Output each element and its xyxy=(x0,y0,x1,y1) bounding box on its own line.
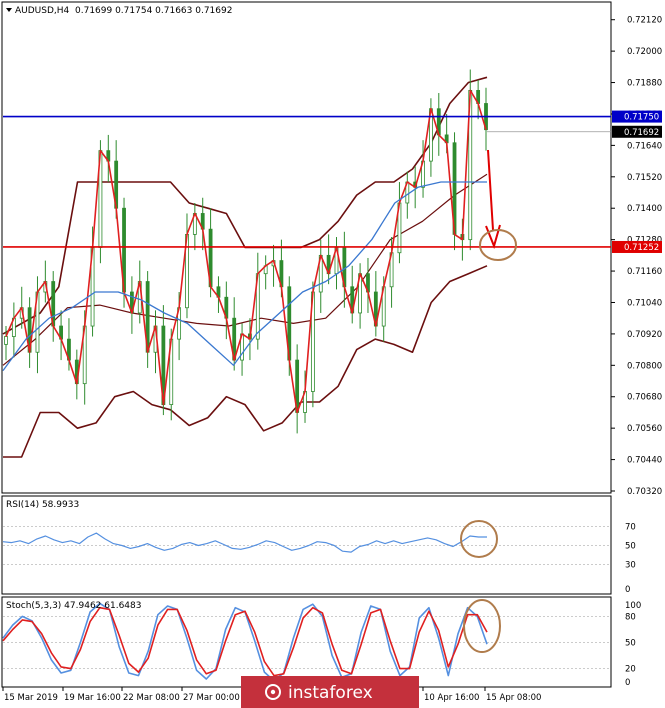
price-tick-label: 0.71880 xyxy=(627,79,662,89)
price-tick-label: 0.70800 xyxy=(627,361,662,371)
price-tick-label: 0.70440 xyxy=(627,456,662,466)
rsi-label: RSI(14) 58.9933 xyxy=(6,500,79,510)
symbol-label: AUDUSD,H4 xyxy=(15,6,70,16)
current-price-label: 0.71692 xyxy=(624,128,659,138)
candle-body xyxy=(4,336,8,345)
resistance-price-label: 0.71750 xyxy=(624,113,659,123)
time-tick-label: 19 Mar 16:00 xyxy=(64,693,121,703)
time-tick-label: 15 Apr 08:00 xyxy=(486,693,541,703)
stoch-tick-label: 100 xyxy=(625,601,641,611)
rsi-tick-label: 30 xyxy=(625,561,636,571)
time-tick-label: 22 Mar 08:00 xyxy=(123,693,180,703)
stoch-tick-label: 20 xyxy=(625,665,636,675)
rsi-panel-frame xyxy=(1,495,612,595)
price-tick-label: 0.70680 xyxy=(627,393,662,403)
price-tick-label: 0.71520 xyxy=(627,173,662,183)
stoch-tick-label: 0 xyxy=(625,678,630,688)
price-tick-label: 0.71640 xyxy=(627,141,662,151)
price-tick-label: 0.72000 xyxy=(627,47,662,57)
time-tick-label: 10 Apr 16:00 xyxy=(424,693,479,703)
stoch-label: Stoch(5,3,3) 47.9462 61.6483 xyxy=(6,601,141,611)
time-tick-label: 27 Mar 00:00 xyxy=(183,693,240,703)
rsi-tick-label: 50 xyxy=(625,542,636,552)
price-tick-label: 0.72120 xyxy=(627,16,662,26)
trading-chart: 0.721200.720000.718800.717600.716400.715… xyxy=(1,1,662,708)
time-tick-label: 15 Mar 2019 xyxy=(4,693,58,703)
price-axis: 0.721200.720000.718800.717600.716400.715… xyxy=(611,16,662,497)
price-tick-label: 0.71040 xyxy=(627,298,662,308)
price-tick-label: 0.70920 xyxy=(627,330,662,340)
ohlc-values: 0.71699 0.71754 0.71663 0.71692 xyxy=(75,6,232,16)
rsi-tick-label: 70 xyxy=(625,523,636,533)
rsi-tick-label: 0 xyxy=(625,585,630,595)
stoch-tick-label: 50 xyxy=(625,639,636,649)
price-tick-label: 0.70560 xyxy=(627,424,662,434)
watermark-text: instaforex xyxy=(288,683,373,703)
stoch-tick-label: 80 xyxy=(625,612,636,622)
watermark-banner: instaforex xyxy=(241,676,419,708)
price-tick-label: 0.71400 xyxy=(627,204,662,214)
price-tick-label: 0.71160 xyxy=(627,267,662,277)
support-price-label: 0.71252 xyxy=(624,243,659,253)
price-tick-label: 0.70320 xyxy=(627,487,662,497)
